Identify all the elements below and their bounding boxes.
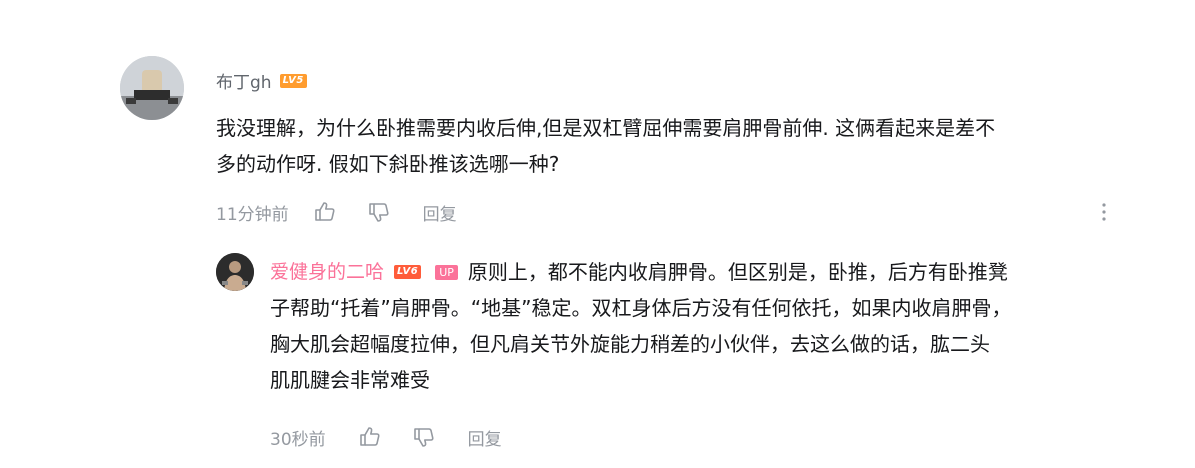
more-icon[interactable]	[1096, 200, 1112, 228]
level-badge: LV6	[394, 265, 422, 279]
reply-text-line: 原则上，都不能内收肩胛骨。但区别是，卧推，后方有卧推凳	[467, 260, 1008, 284]
comment-meta: 11分钟前 回复	[216, 200, 457, 225]
reply-text-line: 肌肌腱会非常难受	[270, 368, 430, 392]
reply-meta: 30秒前 回复	[270, 425, 502, 450]
reply-avatar[interactable]	[216, 253, 254, 291]
reply-button[interactable]: 回复	[423, 200, 457, 225]
comment-text-line: 我没理解，为什么卧推需要内收后伸,但是双杠臂屈伸需要肩胛骨前伸. 这俩看起来是差…	[216, 116, 996, 140]
avatar[interactable]	[120, 56, 184, 120]
comment-time: 11分钟前	[216, 204, 289, 225]
dislike-icon[interactable]	[367, 200, 391, 224]
up-badge: UP	[435, 264, 458, 280]
reply-text-line: 子帮助“托着”肩胛骨。“地基”稳定。双杠身体后方没有任何依托，如果内收肩胛骨，	[270, 296, 1012, 320]
like-icon[interactable]	[358, 425, 382, 449]
reply-button[interactable]: 回复	[468, 425, 502, 450]
comment-header: 布丁gh LV5	[216, 68, 307, 93]
reply-text-line: 胸大肌会超幅度拉伸，但凡肩关节外旋能力稍差的小伙伴，去这么做的话，肱二头	[270, 332, 990, 356]
comment-text-line: 多的动作呀. 假如下斜卧推该选哪一种?	[216, 152, 560, 176]
dislike-icon[interactable]	[412, 425, 436, 449]
reply-time: 30秒前	[270, 429, 326, 450]
reply-first-line: 爱健身的二哈 LV6 UP 原则上，都不能内收肩胛骨。但区别是，卧推，后方有卧推…	[270, 254, 1160, 290]
like-icon[interactable]	[313, 200, 337, 224]
reply-username[interactable]: 爱健身的二哈	[270, 254, 384, 290]
comment-text: 我没理解，为什么卧推需要内收后伸,但是双杠臂屈伸需要肩胛骨前伸. 这俩看起来是差…	[216, 110, 1176, 182]
reply-text: 爱健身的二哈 LV6 UP 原则上，都不能内收肩胛骨。但区别是，卧推，后方有卧推…	[270, 254, 1160, 398]
username[interactable]: 布丁gh	[216, 68, 272, 93]
level-badge: LV5	[279, 73, 307, 88]
